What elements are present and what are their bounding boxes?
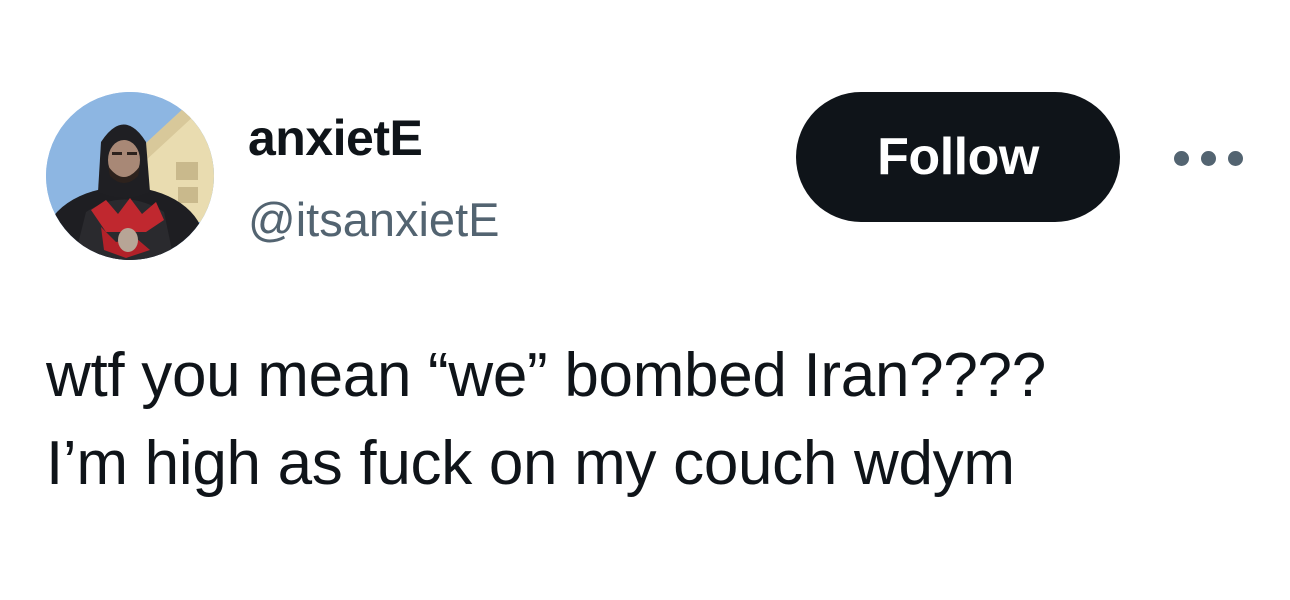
user-handle[interactable]: @itsanxietE: [248, 190, 499, 250]
more-dots-icon: [1174, 150, 1243, 166]
avatar[interactable]: [46, 92, 214, 260]
tweet-card: anxietE @itsanxietE Follow wtf you mean …: [0, 0, 1290, 600]
more-options-button[interactable]: [1168, 140, 1268, 176]
tweet-text-line: wtf you mean “we” bombed Iran????: [46, 341, 1046, 410]
tweet-text-line: I’m high as fuck on my couch wdym: [46, 429, 1015, 498]
dot: [1201, 150, 1216, 166]
tweet-text: wtf you mean “we” bombed Iran???? I’m hi…: [46, 332, 1246, 508]
display-name[interactable]: anxietE: [248, 108, 423, 168]
follow-button[interactable]: Follow: [796, 92, 1120, 222]
dot: [1228, 150, 1243, 166]
dot: [1174, 150, 1189, 166]
profile-photo: [46, 92, 214, 260]
